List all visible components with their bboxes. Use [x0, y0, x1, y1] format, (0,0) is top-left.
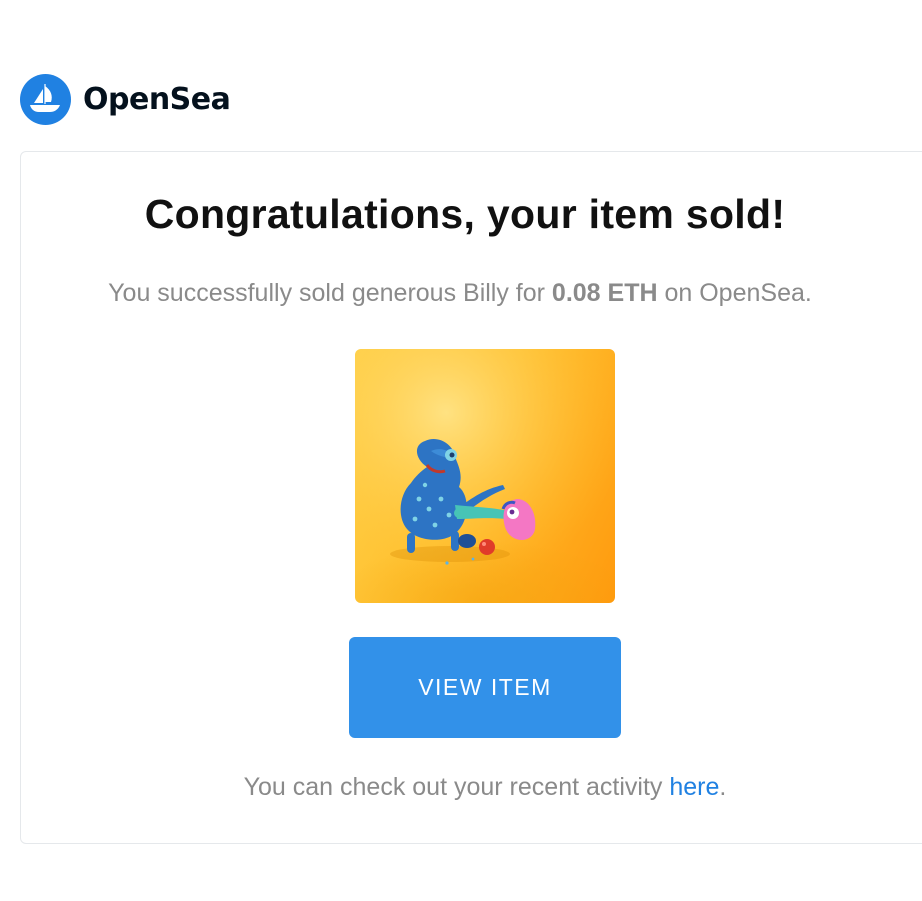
sale-amount: 0.08 ETH [551, 279, 658, 307]
footer-suffix: . [719, 773, 727, 801]
opensea-ship-icon[interactable] [20, 73, 71, 125]
page-title: Congratulations, your item sold! [144, 191, 786, 237]
footer-prefix: You can check out your recent activity [243, 773, 670, 801]
recent-activity-link[interactable]: here [669, 773, 719, 801]
header: OpenSea [20, 73, 231, 125]
sale-message: You successfully sold generous Billy for… [0, 279, 920, 308]
sale-message-prefix: You successfully sold generous Billy for [108, 279, 552, 307]
sale-message-suffix: on OpenSea. [657, 279, 812, 307]
footer-note: You can check out your recent activity h… [0, 773, 922, 802]
nft-artwork[interactable] [355, 349, 615, 603]
view-item-button[interactable]: VIEW ITEM [349, 637, 621, 738]
brand-name[interactable]: OpenSea [83, 82, 231, 117]
